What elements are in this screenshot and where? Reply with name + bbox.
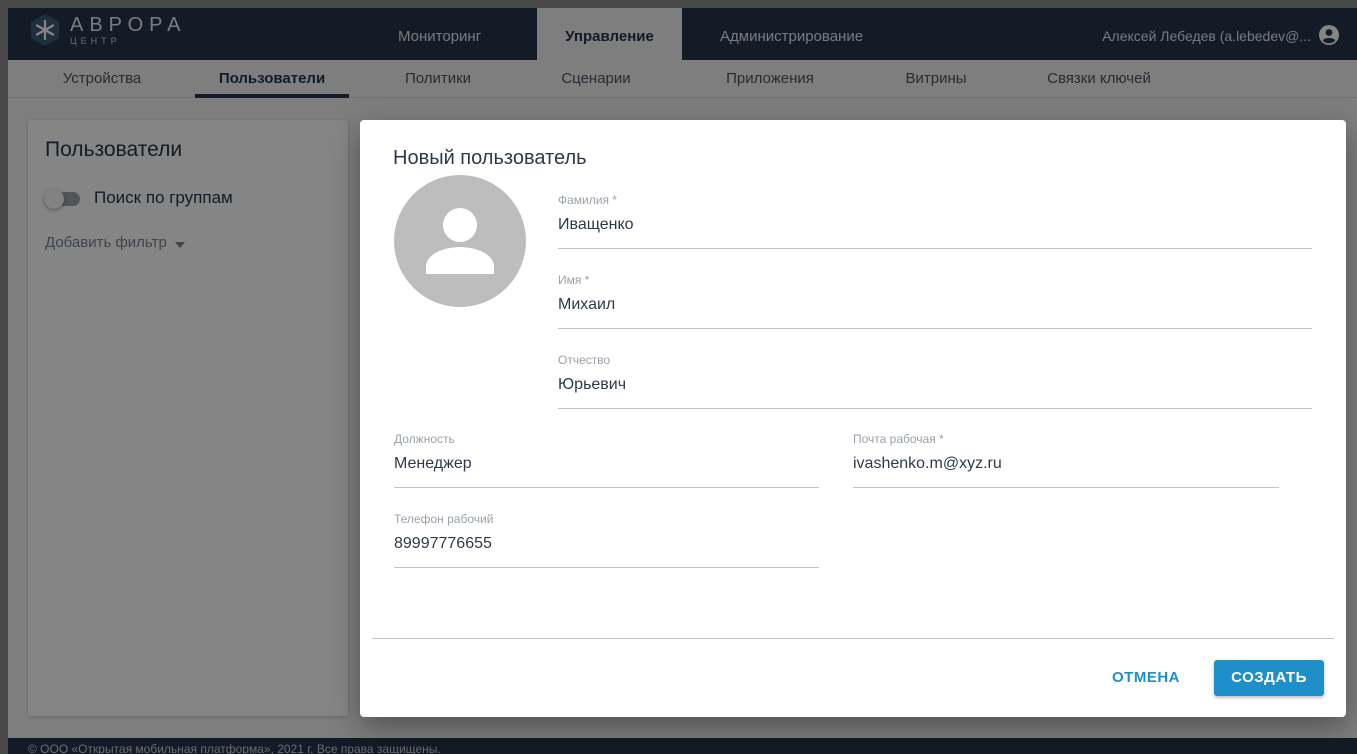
work-email-field[interactable]: Почта рабочая * ivashenko.m@xyz.ru xyxy=(853,432,1279,488)
person-icon xyxy=(394,208,526,307)
first-name-label: Имя * xyxy=(558,273,590,287)
create-button[interactable]: СОЗДАТЬ xyxy=(1214,660,1324,696)
last-name-underline xyxy=(558,248,1312,249)
last-name-label: Фамилия * xyxy=(558,193,617,207)
last-name-value[interactable]: Иващенко xyxy=(558,216,1312,238)
first-name-value[interactable]: Михаил xyxy=(558,296,1312,318)
work-email-label: Почта рабочая * xyxy=(853,432,944,446)
position-label: Должность xyxy=(394,432,455,446)
new-user-dialog: Новый пользователь Фамилия * Иващенко Им… xyxy=(360,120,1346,717)
work-phone-label: Телефон рабочий xyxy=(394,512,494,526)
middle-name-underline xyxy=(558,408,1312,409)
first-name-underline xyxy=(558,328,1312,329)
avatar-placeholder[interactable] xyxy=(394,175,526,307)
cancel-button[interactable]: ОТМЕНА xyxy=(1104,660,1188,696)
work-phone-field[interactable]: Телефон рабочий 89997776655 xyxy=(394,512,819,568)
dialog-title: Новый пользователь xyxy=(393,147,587,169)
work-phone-underline xyxy=(394,567,819,568)
middle-name-field[interactable]: Отчество Юрьевич xyxy=(558,353,1312,409)
last-name-field[interactable]: Фамилия * Иващенко xyxy=(558,193,1312,249)
dialog-divider xyxy=(372,638,1334,639)
position-value[interactable]: Менеджер xyxy=(394,455,819,477)
work-email-underline xyxy=(853,487,1279,488)
position-field[interactable]: Должность Менеджер xyxy=(394,432,819,488)
first-name-field[interactable]: Имя * Михаил xyxy=(558,273,1312,329)
work-phone-value[interactable]: 89997776655 xyxy=(394,535,819,557)
middle-name-label: Отчество xyxy=(558,353,611,367)
position-underline xyxy=(394,487,819,488)
middle-name-value[interactable]: Юрьевич xyxy=(558,376,1312,398)
work-email-value[interactable]: ivashenko.m@xyz.ru xyxy=(853,455,1279,477)
